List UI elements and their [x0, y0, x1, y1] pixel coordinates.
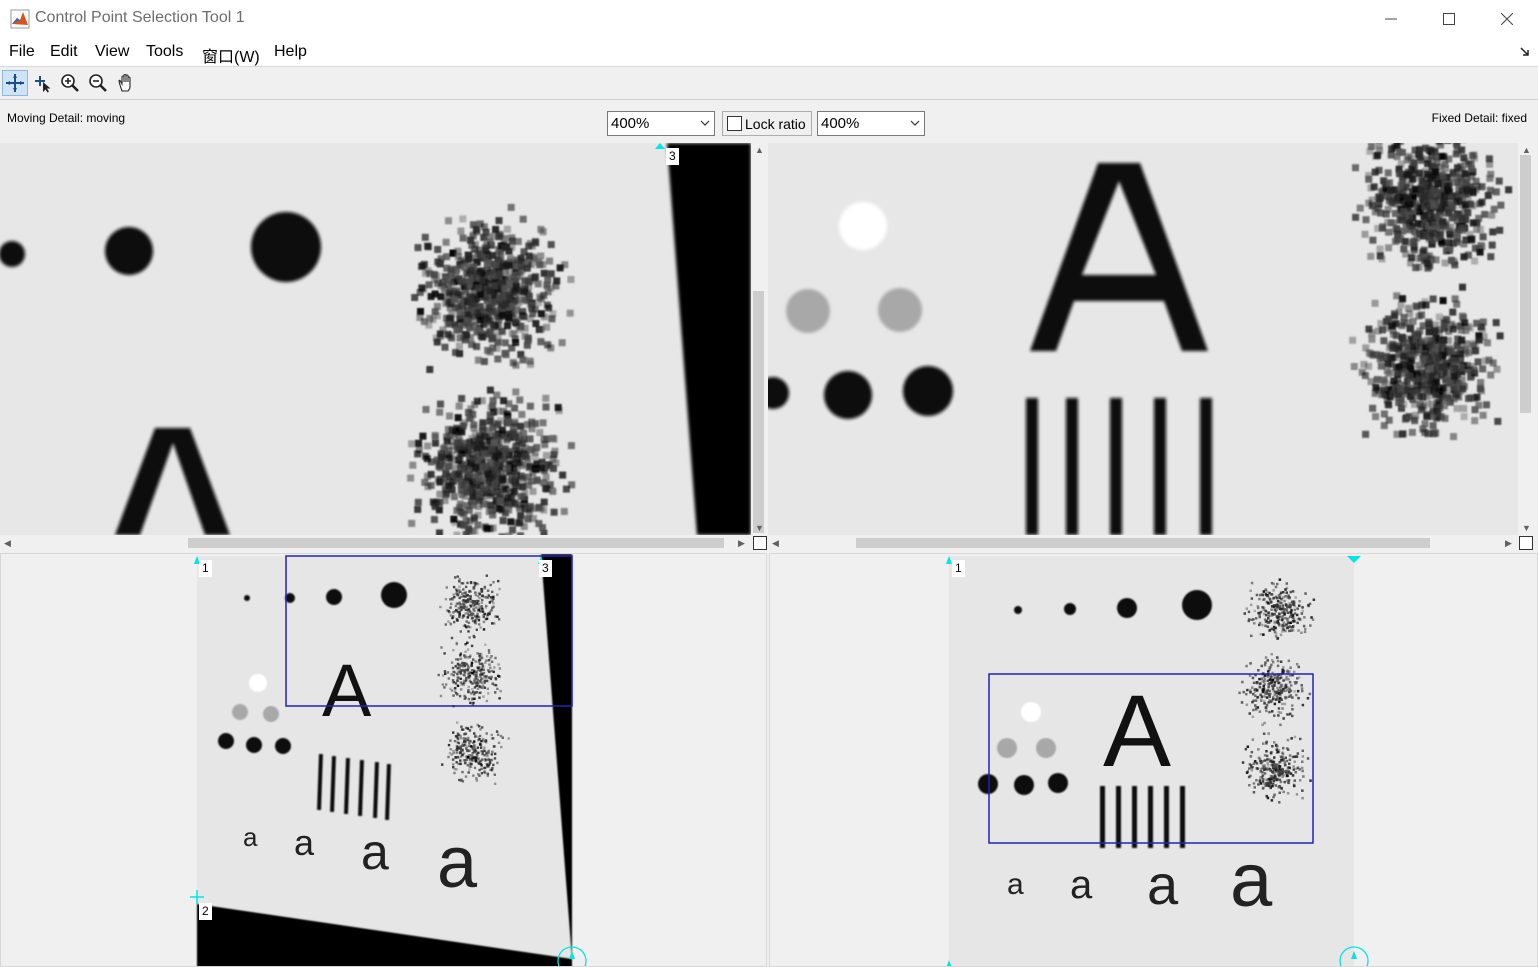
moving-detail-resize-handle[interactable]: [753, 536, 767, 550]
pan-hand-icon: [118, 73, 131, 92]
minimize-icon: [1385, 18, 1397, 20]
control-point-label[interactable]: 1: [952, 560, 965, 577]
menu-edit[interactable]: Edit: [50, 43, 78, 61]
pan-button[interactable]: [113, 70, 139, 96]
control-point-label[interactable]: 2: [199, 903, 212, 920]
overview-letter-small: a: [1070, 863, 1093, 907]
undock-arrow-icon[interactable]: [1520, 47, 1530, 57]
zoom-in-icon: [61, 74, 79, 92]
overview-letter-small: a: [1007, 868, 1024, 901]
scroll-up-icon[interactable]: ▲: [755, 145, 764, 155]
add-point-icon: [6, 74, 24, 92]
close-button[interactable]: [1478, 0, 1536, 38]
add-point-button[interactable]: [2, 70, 28, 96]
overview-letter-small: a: [1147, 853, 1179, 916]
fixed-zoom-select[interactable]: 400%: [817, 111, 925, 136]
overview-letter-big: A: [1103, 674, 1171, 788]
menu-help[interactable]: Help: [274, 43, 307, 61]
lock-ratio-checkbox[interactable]: Lock ratio: [722, 111, 812, 136]
scroll-right-icon[interactable]: ▶: [1505, 538, 1512, 548]
moving-detail-image[interactable]: 3: [0, 143, 751, 535]
moving-zoom-value: 400%: [611, 115, 650, 132]
overview-letter-small: a: [437, 823, 478, 903]
moving-overview-image[interactable]: A a a a a 1 3 2: [0, 553, 767, 967]
chevron-down-icon: [700, 120, 710, 126]
scroll-up-icon[interactable]: ▲: [1522, 145, 1531, 155]
menu-bar: File Edit View Tools 窗口(W) Help: [0, 38, 1538, 67]
select-point-button[interactable]: [30, 70, 56, 96]
overview-letter-small: a: [1230, 838, 1273, 923]
scroll-down-icon[interactable]: ▼: [755, 523, 764, 533]
zoom-in-button[interactable]: [57, 70, 83, 96]
fixed-detail-label: Fixed Detail: fixed: [1431, 111, 1527, 125]
lock-ratio-check-square[interactable]: [727, 116, 742, 131]
minimize-button[interactable]: [1362, 0, 1420, 38]
fixed-overview-image[interactable]: A a a a a 1: [769, 553, 1538, 967]
moving-zoom-select[interactable]: 400%: [607, 111, 715, 136]
moving-detail-vscroll[interactable]: ▲ ▼: [751, 143, 767, 535]
control-point-label[interactable]: 1: [199, 560, 212, 577]
vscroll-thumb[interactable]: [753, 291, 764, 533]
close-icon: [1501, 13, 1513, 25]
overview-letter-small: a: [243, 822, 258, 852]
control-point-label[interactable]: 3: [666, 148, 679, 165]
chevron-down-icon: [910, 120, 920, 126]
maximize-icon: [1443, 13, 1455, 25]
overview-letter-small: a: [294, 822, 315, 863]
menu-tools[interactable]: Tools: [146, 43, 183, 61]
scroll-left-icon[interactable]: ◀: [772, 538, 779, 548]
select-point-icon: [35, 76, 51, 93]
zoom-out-button[interactable]: [85, 70, 111, 96]
menu-view[interactable]: View: [95, 43, 129, 61]
hscroll-thumb[interactable]: [856, 538, 1430, 548]
menu-file[interactable]: File: [9, 43, 35, 61]
title-bar: Control Point Selection Tool 1: [0, 0, 1538, 38]
zoom-out-icon: [89, 74, 107, 92]
hscroll-thumb[interactable]: [188, 538, 724, 548]
fixed-detail-resize-handle[interactable]: [1519, 536, 1533, 550]
detail-header: Moving Detail: moving 400% Lock ratio 40…: [0, 101, 1538, 143]
moving-detail-label: Moving Detail: moving: [7, 111, 126, 125]
control-point-label[interactable]: 3: [539, 560, 552, 577]
matlab-app-icon: [10, 9, 30, 29]
scroll-down-icon[interactable]: ▼: [1522, 523, 1531, 533]
fixed-detail-vscroll[interactable]: ▲ ▼: [1518, 143, 1534, 535]
fixed-detail-hscroll[interactable]: ◀ ▶: [768, 535, 1518, 551]
overview-letter-big: A: [322, 649, 372, 732]
vscroll-thumb[interactable]: [1520, 155, 1531, 413]
toolbar: [0, 68, 1538, 100]
overview-letter-small: a: [361, 824, 389, 880]
lock-ratio-label: Lock ratio: [745, 116, 806, 132]
moving-detail-hscroll[interactable]: ◀ ▶: [0, 535, 751, 551]
menu-window[interactable]: 窗口(W): [202, 43, 260, 67]
maximize-button[interactable]: [1420, 0, 1478, 38]
scroll-right-icon[interactable]: ▶: [738, 538, 745, 548]
fixed-zoom-value: 400%: [821, 115, 860, 132]
fixed-detail-image[interactable]: [768, 143, 1518, 535]
window-title: Control Point Selection Tool 1: [35, 9, 245, 26]
scroll-left-icon[interactable]: ◀: [4, 538, 11, 548]
